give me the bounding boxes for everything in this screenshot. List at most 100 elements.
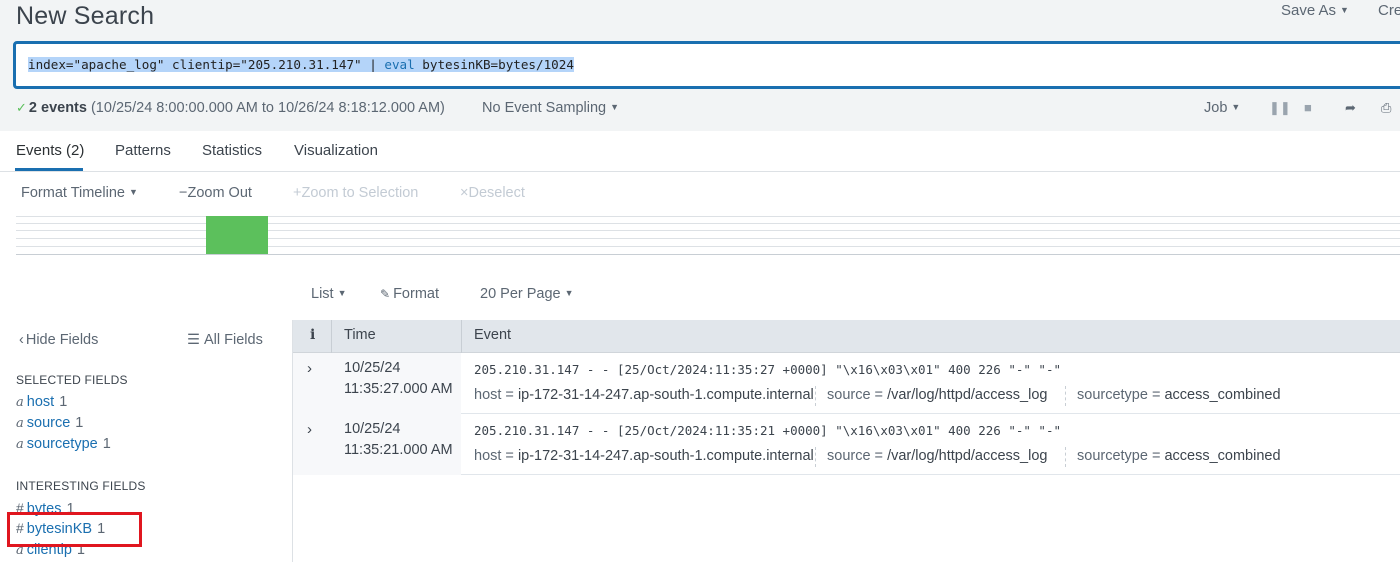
search-status: ✓ 2 events (10/25/24 8:00:00.000 AM to 10… — [16, 100, 445, 116]
highlight-annotation-box — [7, 512, 142, 547]
field-count: 1 — [75, 415, 84, 431]
tab-events[interactable]: Events (2) — [16, 142, 84, 159]
all-fields-button[interactable]: ☰ All Fields — [187, 332, 263, 348]
page-title: New Search — [16, 2, 155, 30]
event-host-field[interactable]: host = ip-172-31-14-247.ap-south-1.compu… — [474, 387, 814, 403]
query-keyword: eval — [384, 57, 415, 72]
hide-fields-label: Hide Fields — [25, 332, 99, 348]
format-timeline-label: Format Timeline — [21, 185, 125, 201]
field-name: source — [26, 415, 71, 431]
zoom-to-selection-button[interactable]: +Zoom to Selection — [293, 185, 418, 201]
format-timeline-dropdown[interactable]: Format Timeline ▼ — [21, 185, 138, 201]
stop-icon[interactable]: ■ — [1304, 100, 1312, 115]
events-table-header — [293, 320, 1400, 353]
chevron-right-icon[interactable]: › — [307, 360, 312, 377]
field-name: host — [26, 394, 55, 410]
sourcetype-label: sourcetype = — [1077, 387, 1161, 403]
share-icon[interactable]: ➦ — [1345, 100, 1356, 116]
event-host-field[interactable]: host = ip-172-31-14-247.ap-south-1.compu… — [474, 448, 814, 464]
caret-down-icon: ▼ — [564, 288, 574, 298]
string-type-icon: a — [16, 395, 24, 410]
save-as-menu[interactable]: Save As ▼ — [1281, 2, 1349, 19]
sourcetype-value[interactable]: access_combined — [1164, 448, 1280, 464]
event-source-field[interactable]: source = /var/log/httpd/access_log — [827, 448, 1047, 464]
event-sampling-label: No Event Sampling — [482, 100, 607, 116]
source-label: source = — [827, 448, 884, 464]
hide-fields-button[interactable]: ‹ Hide Fields — [19, 332, 98, 348]
tab-patterns[interactable]: Patterns — [115, 142, 171, 159]
field-source[interactable]: a source 1 — [16, 415, 83, 431]
tab-visualization[interactable]: Visualization — [294, 142, 378, 159]
check-icon: ✓ — [16, 100, 27, 115]
host-value[interactable]: ip-172-31-14-247.ap-south-1.compute.inte… — [518, 448, 814, 464]
list-icon: ☰ — [187, 332, 200, 348]
event-time: 11:35:27.000 AM — [344, 381, 453, 397]
field-count: 1 — [102, 436, 111, 452]
selected-fields-title: SELECTED FIELDS — [16, 373, 128, 387]
host-value[interactable]: ip-172-31-14-247.ap-south-1.compute.inte… — [518, 387, 814, 403]
caret-down-icon: ▼ — [128, 187, 138, 197]
sourcetype-value[interactable]: access_combined — [1164, 387, 1280, 403]
per-page-dropdown[interactable]: 20 Per Page ▼ — [480, 286, 574, 302]
search-input[interactable]: index="apache_log" clientip="205.210.31.… — [13, 41, 1400, 89]
event-column-header: Event — [474, 327, 512, 343]
field-separator — [1065, 447, 1066, 467]
event-date: 10/25/24 — [344, 421, 401, 437]
chevron-left-icon: ‹ — [19, 332, 24, 348]
per-page-label: 20 Per Page — [480, 286, 561, 302]
job-menu[interactable]: Job ▼ — [1204, 100, 1240, 116]
search-query-text[interactable]: index="apache_log" clientip="205.210.31.… — [28, 57, 574, 72]
field-name: sourcetype — [26, 436, 98, 452]
time-range: (10/25/24 8:00:00.000 AM to 10/26/24 8:1… — [86, 100, 445, 116]
format-button[interactable]: ✎ Format — [380, 286, 439, 302]
host-label: host = — [474, 448, 514, 464]
event-count: 2 events — [28, 100, 87, 116]
zoom-to-selection-label: Zoom to Selection — [301, 185, 419, 201]
create-menu[interactable]: Cre — [1378, 2, 1400, 19]
print-icon[interactable]: ⎙ — [1381, 100, 1391, 116]
all-fields-label: All Fields — [204, 332, 263, 348]
column-separator — [461, 320, 462, 353]
event-sourcetype-field[interactable]: sourcetype = access_combined — [1077, 387, 1281, 403]
timeline-bar[interactable] — [206, 216, 268, 254]
active-tab-indicator — [15, 168, 83, 171]
string-type-icon: a — [16, 437, 24, 452]
field-separator — [1065, 386, 1066, 406]
deselect-label: Deselect — [468, 185, 525, 201]
caret-down-icon: ▼ — [1231, 102, 1241, 112]
event-sampling-dropdown[interactable]: No Event Sampling ▼ — [482, 100, 619, 116]
timeline-axis — [16, 254, 1400, 255]
deselect-button[interactable]: ×Deselect — [460, 185, 525, 201]
pencil-icon: ✎ — [380, 287, 391, 301]
event-date: 10/25/24 — [344, 360, 401, 376]
chevron-right-icon[interactable]: › — [307, 421, 312, 438]
pause-icon[interactable]: ❚❚ — [1269, 100, 1291, 116]
source-label: source = — [827, 387, 884, 403]
field-separator — [815, 447, 816, 467]
caret-down-icon: ▼ — [610, 102, 620, 112]
field-host[interactable]: a host 1 — [16, 394, 67, 410]
source-value[interactable]: /var/log/httpd/access_log — [887, 387, 1047, 403]
field-sourcetype[interactable]: a sourcetype 1 — [16, 436, 111, 452]
event-raw-text: 205.210.31.147 - - [25/Oct/2024:11:35:21… — [474, 423, 1061, 438]
event-sourcetype-field[interactable]: sourcetype = access_combined — [1077, 448, 1281, 464]
event-source-field[interactable]: source = /var/log/httpd/access_log — [827, 387, 1047, 403]
field-count: 1 — [59, 394, 68, 410]
query-text-part2: bytesinKB=bytes/1024 — [414, 57, 574, 72]
info-column-header: i — [310, 327, 316, 343]
zoom-out-button[interactable]: −Zoom Out — [179, 185, 252, 201]
column-separator — [331, 320, 332, 353]
job-label: Job — [1204, 100, 1228, 116]
results-tabs: Events (2) Patterns Statistics Visualiza… — [0, 131, 1400, 172]
tab-statistics[interactable]: Statistics — [202, 142, 262, 159]
event-raw-text: 205.210.31.147 - - [25/Oct/2024:11:35:27… — [474, 362, 1061, 377]
field-separator — [815, 386, 816, 406]
host-label: host = — [474, 387, 514, 403]
time-column-header[interactable]: Time — [344, 327, 376, 343]
save-as-label: Save As — [1281, 2, 1337, 19]
source-value[interactable]: /var/log/httpd/access_log — [887, 448, 1047, 464]
caret-down-icon: ▼ — [337, 288, 347, 298]
interesting-fields-title: INTERESTING FIELDS — [16, 479, 146, 493]
list-label: List — [311, 286, 334, 302]
list-view-dropdown[interactable]: List ▼ — [311, 286, 347, 302]
